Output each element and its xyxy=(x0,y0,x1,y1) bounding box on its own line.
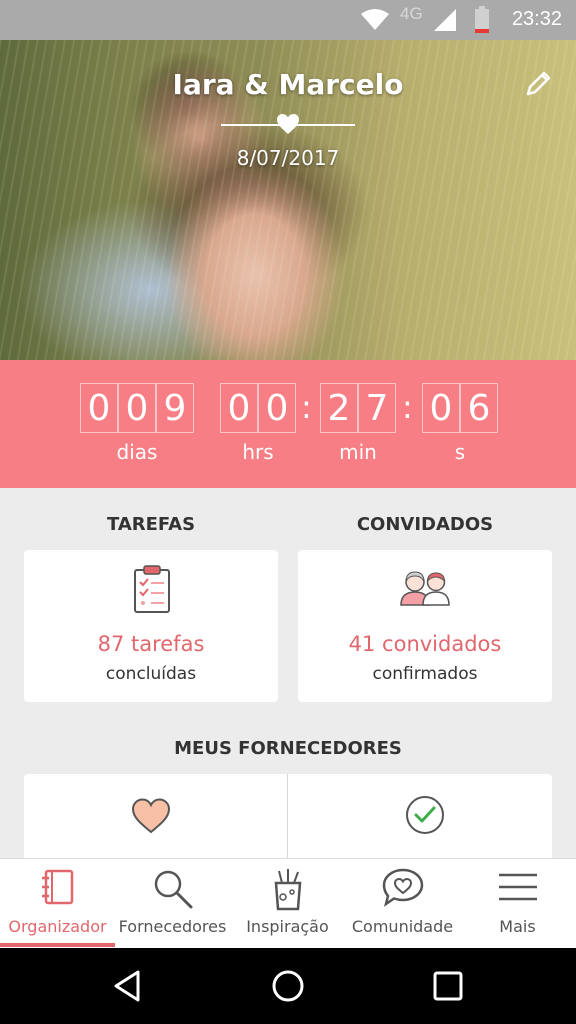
countdown-digit: 9 xyxy=(156,383,194,433)
nav-inspiracao[interactable]: Inspiração xyxy=(230,859,345,949)
nav-comunidade[interactable]: Comunidade xyxy=(345,859,460,949)
guests-icon xyxy=(400,571,450,606)
seconds-digits: 0 6 xyxy=(422,383,498,433)
chat-heart-icon xyxy=(382,868,423,907)
notebook-icon xyxy=(41,869,73,905)
days-digits: 0 0 9 xyxy=(80,383,194,433)
countdown-timer: 0 0 9 0 0 : 2 7 : 0 6 dias hrs min s xyxy=(0,360,576,488)
tasks-card[interactable]: 87 tarefas concluídas xyxy=(24,550,278,702)
status-bar: 4G 23:32 xyxy=(0,0,576,40)
countdown-digit: 0 xyxy=(80,383,118,433)
colon-separator: : xyxy=(301,388,312,426)
heart-icon xyxy=(277,114,299,134)
battery-icon xyxy=(475,6,489,33)
checklist-icon xyxy=(134,565,170,613)
system-navigation-bar xyxy=(0,948,576,1024)
nav-label: Inspiração xyxy=(246,917,329,936)
clock: 23:32 xyxy=(511,8,562,30)
nav-label: Organizador xyxy=(8,917,107,936)
nav-label: Comunidade xyxy=(351,917,454,936)
seconds-label: s xyxy=(454,440,466,464)
countdown-digit: 0 xyxy=(220,383,258,433)
recents-icon[interactable] xyxy=(430,968,466,1004)
bottom-navigation: Organizador Fornecedores Inspiração Comu… xyxy=(0,858,576,948)
tasks-count: 87 tarefas xyxy=(97,632,205,656)
network-type: 4G xyxy=(400,4,423,23)
vendors-divider xyxy=(287,774,288,864)
minutes-label: min xyxy=(339,440,377,464)
countdown-digit: 2 xyxy=(320,383,358,433)
wedding-date: 8/07/2017 xyxy=(236,146,340,170)
tasks-title: TAREFAS xyxy=(106,514,196,535)
home-icon[interactable] xyxy=(270,968,306,1004)
menu-icon xyxy=(498,873,537,901)
active-tab-indicator xyxy=(0,943,115,947)
nav-label: Fornecedores xyxy=(118,917,227,936)
colon-separator: : xyxy=(402,388,413,426)
nav-mais[interactable]: Mais xyxy=(460,859,575,949)
tasks-status: concluídas xyxy=(105,664,197,684)
hours-label: hrs xyxy=(242,440,274,464)
back-icon[interactable] xyxy=(110,968,146,1004)
wifi-icon xyxy=(361,9,389,30)
couple-name: Iara & Marcelo xyxy=(172,68,404,101)
days-label: dias xyxy=(116,440,158,464)
check-circle-icon[interactable] xyxy=(404,794,446,836)
nav-fornecedores[interactable]: Fornecedores xyxy=(115,859,230,949)
countdown-digit: 6 xyxy=(460,383,498,433)
search-icon xyxy=(154,870,192,909)
signal-icon xyxy=(434,9,456,31)
vendors-title: MEUS FORNECEDORES xyxy=(174,738,402,759)
countdown-digit: 7 xyxy=(358,383,396,433)
vendors-card[interactable] xyxy=(24,774,552,864)
countdown-digit: 0 xyxy=(422,383,460,433)
nav-label: Mais xyxy=(499,917,536,936)
couple-photo-header: Iara & Marcelo 8/07/2017 xyxy=(0,40,576,360)
nav-organizador[interactable]: Organizador xyxy=(0,859,115,949)
guests-status: confirmados xyxy=(372,664,478,684)
hours-digits: 0 0 xyxy=(220,383,296,433)
countdown-digit: 0 xyxy=(258,383,296,433)
guests-count: 41 convidados xyxy=(348,632,502,656)
countdown-digit: 0 xyxy=(118,383,156,433)
guests-title: CONVIDADOS xyxy=(356,514,494,535)
heart-outline-icon[interactable] xyxy=(129,796,173,836)
minutes-digits: 2 7 xyxy=(320,383,396,433)
guests-card[interactable]: 41 convidados confirmados xyxy=(298,550,552,702)
cup-icon xyxy=(274,869,301,911)
pencil-icon[interactable] xyxy=(524,68,554,98)
